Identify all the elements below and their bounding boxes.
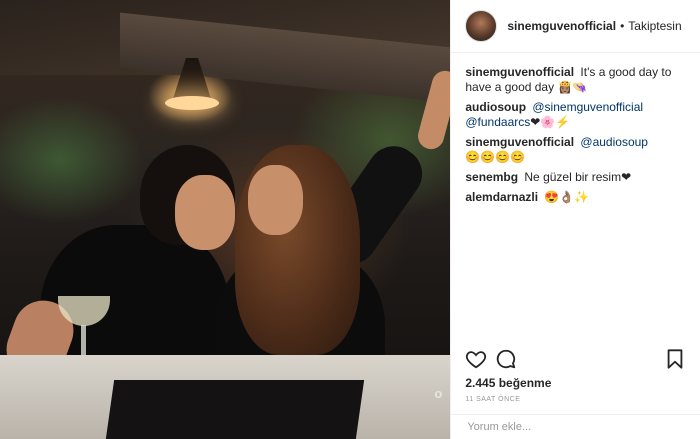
napkin [105, 380, 365, 439]
comment-emoji: 👸🏽👒 [557, 80, 588, 94]
comment-username[interactable]: sinemguvenofficial [465, 65, 574, 79]
post-timestamp: 11 SAAT ÖNCE [465, 396, 521, 403]
woman-right-face [248, 165, 303, 235]
comment-emoji: ❤ [621, 170, 632, 184]
like-count[interactable]: 2.445 beğenme [465, 376, 551, 390]
comment-username[interactable]: senembg [465, 170, 518, 184]
post-header: sinemguvenofficial • Takiptesin [451, 0, 700, 53]
comment-emoji: ❤🌸⚡ [530, 115, 571, 129]
comment-item: audiosoup @sinemguvenofficial @fundaarcs… [465, 100, 686, 130]
comment-username[interactable]: alemdarnazli [465, 190, 538, 204]
heart-icon[interactable] [465, 348, 487, 370]
comment-emoji: 😊😊😊😊 [465, 150, 526, 164]
avatar[interactable] [465, 10, 498, 42]
instagram-post: o sinemguvenofficial • Takiptesin sinemg… [0, 0, 700, 439]
post-side-panel: sinemguvenofficial • Takiptesin sinemguv… [451, 0, 700, 439]
comment-mention[interactable]: @fundaarcs [465, 115, 530, 129]
comment-username[interactable]: audiosoup [465, 100, 526, 114]
follow-status[interactable]: Takiptesin [628, 19, 681, 33]
photo-watermark: o [434, 386, 443, 401]
add-comment-bar [451, 414, 700, 439]
bookmark-icon[interactable] [664, 348, 686, 370]
comment-item: alemdarnazli 😍👌🏽✨ [465, 190, 686, 205]
comment-username[interactable]: sinemguvenofficial [465, 135, 574, 149]
awning [0, 0, 451, 75]
comment-mention[interactable]: @sinemguvenofficial [532, 100, 643, 114]
comment-item: senembg Ne güzel bir resim❤ [465, 170, 686, 185]
speech-bubble-icon[interactable] [495, 348, 517, 370]
woman-left-face [175, 175, 235, 250]
comment-input[interactable] [465, 420, 687, 434]
post-photo[interactable]: o [0, 0, 452, 439]
post-actions [465, 346, 686, 372]
comment-caption: sinemguvenofficial It's a good day to ha… [465, 65, 686, 95]
comment-mention[interactable]: @audiosoup [580, 135, 648, 149]
lamp-light [165, 96, 219, 110]
header-username[interactable]: sinemguvenofficial [507, 19, 616, 33]
comment-emoji: 😍👌🏽✨ [544, 190, 590, 204]
comment-text: Ne güzel bir resim [524, 170, 622, 184]
comments-list: sinemguvenofficial It's a good day to ha… [451, 53, 700, 205]
comment-item: sinemguvenofficial @audiosoup 😊😊😊😊 [465, 135, 686, 165]
header-separator: • [620, 19, 625, 33]
